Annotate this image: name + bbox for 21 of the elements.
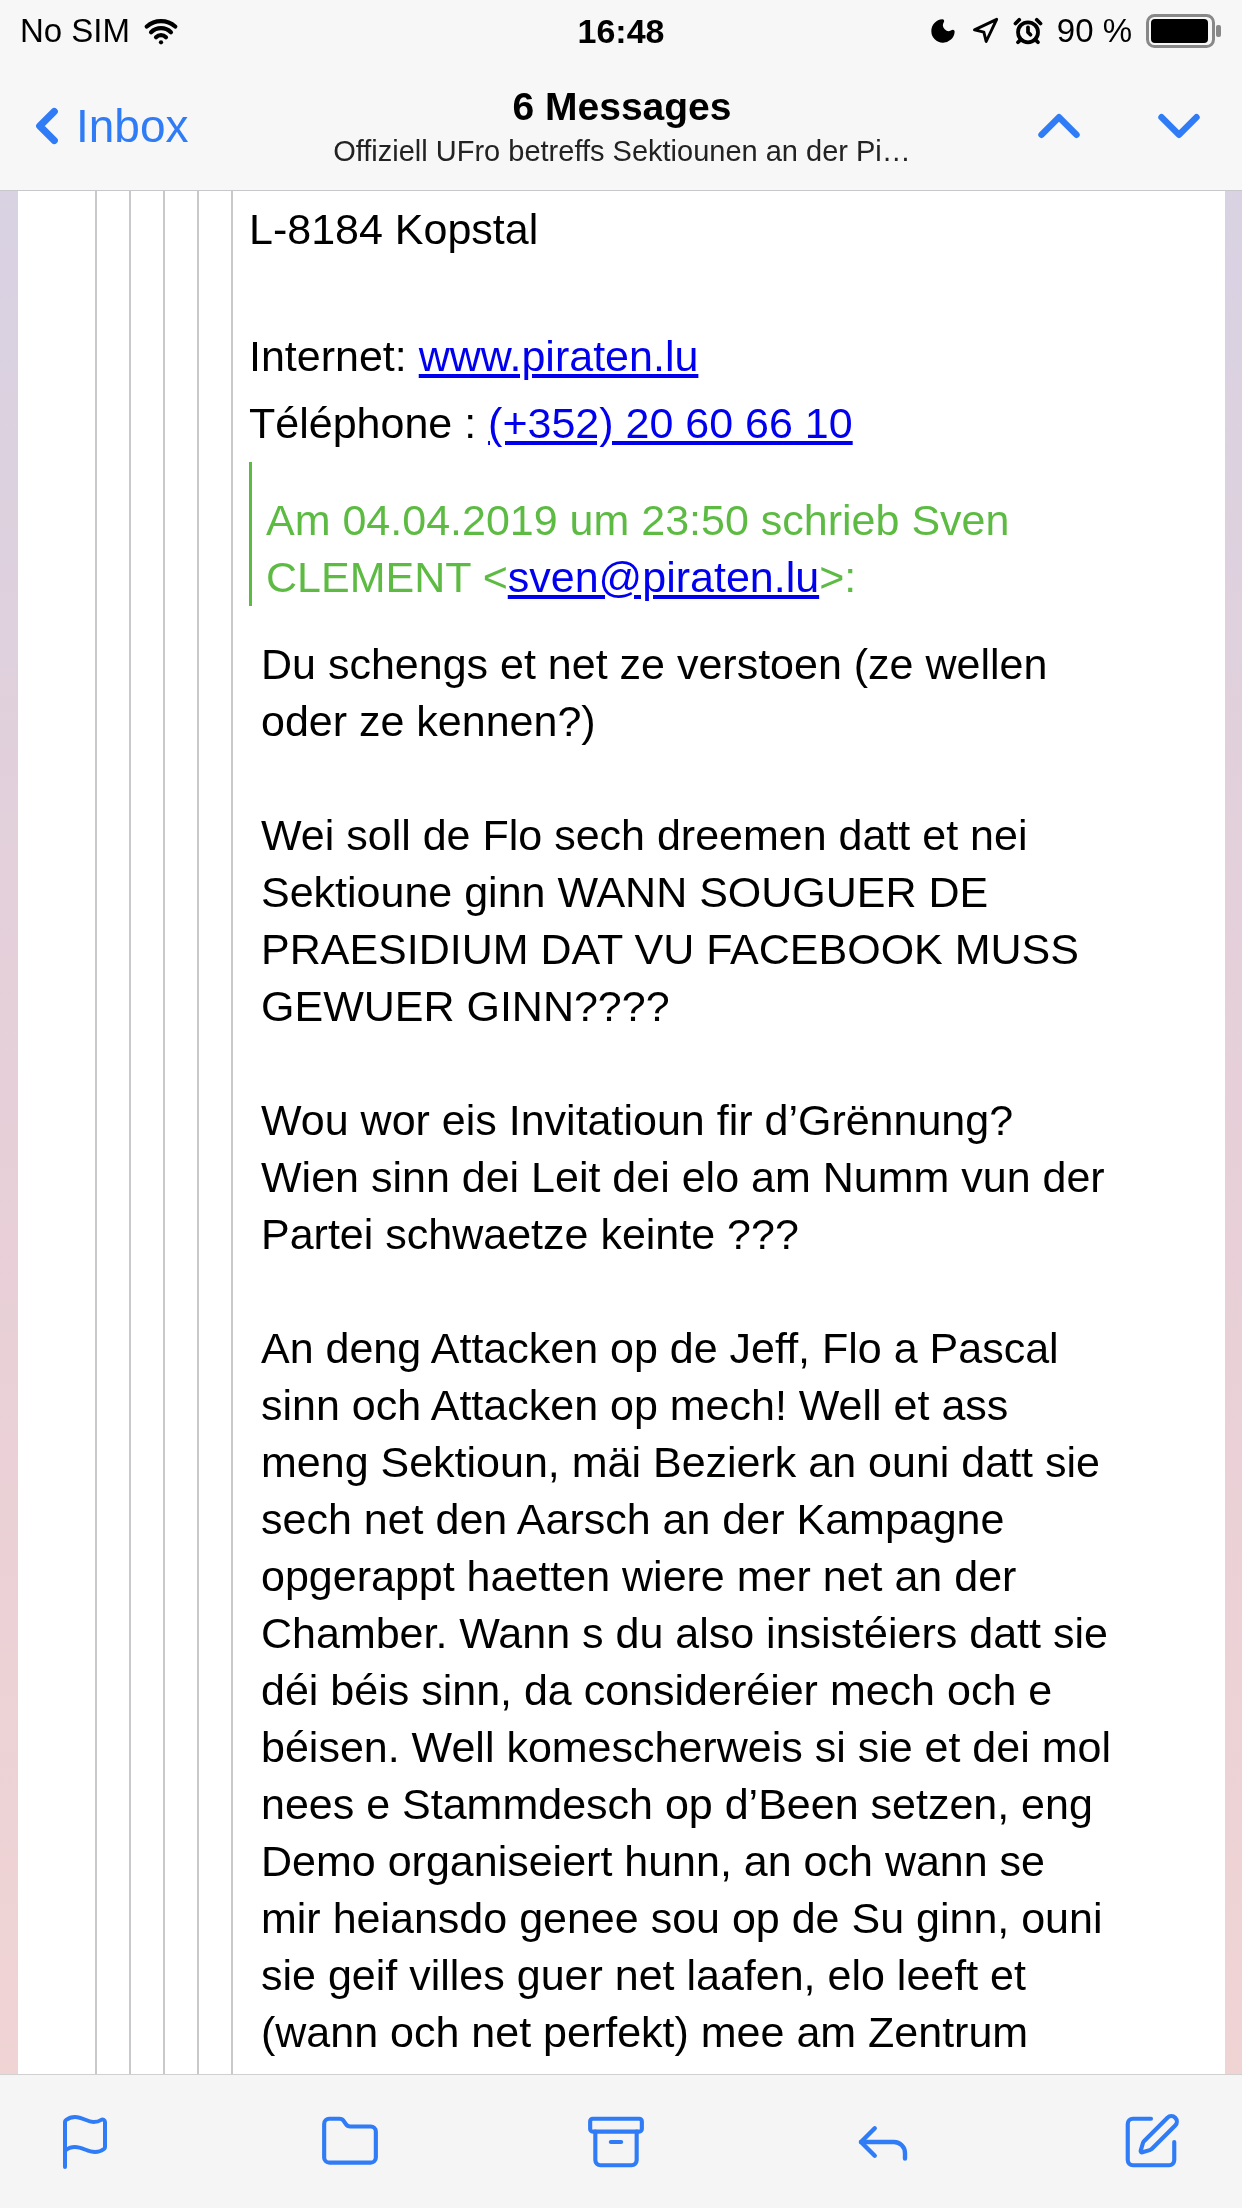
message-paragraph: Wou wor eis Invitatioun fir d’Grënnung? Wien sinn dei Leit dei elo am Numm vun der Partei schwaetze keinte ??? [261,1095,1106,1260]
thread-title: 6 Messages [512,84,732,129]
back-button[interactable]: Inbox [30,97,260,155]
email-link[interactable]: sven@piraten.lu [507,553,820,601]
carrier-label: No SIM [20,12,131,50]
message-paragraph: An deng Attacken op de Jeff, Flo a Pascal sinn och Attacken op mech! Well et ass meng Sektioun, mäi Bezierk an ouni datt sie sech net den Aarsch an der Kampagne opgerappt haetten wiere mer net an der Chamber. Wann s du also insistéiers datt sie déi béis sinn, da consideréier mech och e béisen. Well komescherweis si sie et dei mol nees e Stammdesch op d’Been setzen, eng Demo organiseiert hunn, an och wann se mir heiansdo genee sou op de Su ginn, ouni sie geif villes guer net laafen, elo leeft et (wann och net perfekt) mee am Zentrum [261,1323,1112,2058]
battery-percentage: 90 % [1056,12,1132,50]
contact-label: Internet: [249,332,407,380]
contact-link[interactable]: www.piraten.lu [418,332,699,380]
message-paragraph: Du schengs et net ze verstoen (ze wellen oder ze kennen?) [261,639,1049,747]
message-paragraph: Wei soll de Flo sech dreemen datt et nei Sektioune ginn WANN SOUGUER DE PRAESIDIUM DAT VU FACEBOOK MUSS GEWUER GINN???? [261,810,1080,1032]
location-arrow-icon [970,17,999,45]
address-line: L-8184 Kopstal [249,204,540,255]
contact-link[interactable]: (+352) 20 60 66 10 [488,399,853,447]
quote-header: Am 04.04.2019 um 23:50 schrieb Sven CLEMENT <sven@piraten.lu>: [249,462,1225,606]
battery-icon [1146,14,1222,48]
alarm-clock-icon [1012,16,1043,46]
clock-time: 16:48 [577,11,665,51]
contact-label: Téléphone : [249,399,477,447]
moon-icon [928,17,957,45]
thread-subject: Offiziell UFro betreffs Sektiounen an der Pi… [333,134,911,168]
